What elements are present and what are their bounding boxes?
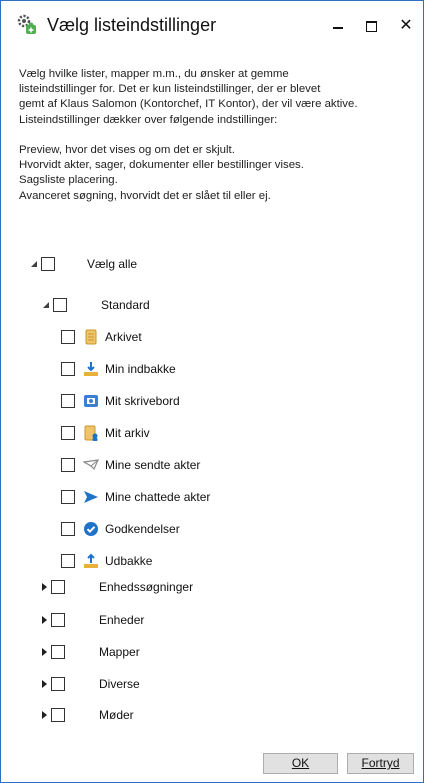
group-checkbox[interactable]: [51, 708, 65, 722]
chat-send-icon: [83, 489, 99, 505]
tree-node-select-all: Vælg alle: [29, 254, 137, 274]
cancel-button[interactable]: Fortryd: [347, 753, 414, 774]
close-icon: ✕: [399, 17, 413, 34]
standard-checkbox[interactable]: [53, 298, 67, 312]
description-item: Sagsliste placering.: [19, 174, 118, 187]
tree-label[interactable]: Arkivet: [105, 330, 142, 344]
tree-label[interactable]: Mine chattede akter: [105, 490, 210, 504]
maximize-button[interactable]: [360, 15, 382, 37]
tree-item-mine-sendte-akter: Mine sendte akter: [61, 455, 200, 475]
tree-label[interactable]: Standard: [101, 298, 150, 312]
select-all-checkbox[interactable]: [41, 257, 55, 271]
dialog-window: Vælg listeindstillinger ✕ Vælg hvilke li…: [0, 0, 424, 783]
tree-label[interactable]: Udbakke: [105, 554, 152, 568]
tree-item-min-indbakke: Min indbakke: [61, 359, 176, 379]
expand-arrow-icon[interactable]: [39, 679, 49, 689]
tree-label[interactable]: Vælg alle: [87, 257, 137, 271]
tree-node-standard: Standard: [41, 295, 150, 315]
tree-node-moeder: Møder: [39, 705, 134, 725]
tree-item-godkendelser: Godkendelser: [61, 519, 180, 539]
tree-label[interactable]: Min indbakke: [105, 362, 176, 376]
approval-icon: [83, 521, 99, 537]
tree-item-udbakke: Udbakke: [61, 551, 152, 571]
settings-user-icon: [16, 13, 38, 35]
dialog-title: Vælg listeindstillinger: [47, 15, 217, 35]
item-checkbox[interactable]: [61, 458, 75, 472]
tree-item-arkivet: Arkivet: [61, 327, 142, 347]
minimize-icon: [333, 27, 343, 29]
expand-arrow-icon[interactable]: [39, 615, 49, 625]
item-checkbox[interactable]: [61, 522, 75, 536]
tree-node-enheder: Enheder: [39, 610, 144, 630]
ok-button-label: OK: [291, 756, 310, 770]
cancel-button-label: Fortryd: [361, 756, 400, 770]
expand-arrow-icon[interactable]: [39, 582, 49, 592]
title-bar[interactable]: Vælg listeindstillinger ✕: [1, 1, 423, 51]
tree-item-mit-arkiv: Mit arkiv: [61, 423, 150, 443]
item-checkbox[interactable]: [61, 426, 75, 440]
my-archive-icon: [83, 425, 99, 441]
tree-label[interactable]: Godkendelser: [105, 522, 180, 536]
tree-label[interactable]: Mit skrivebord: [105, 394, 180, 408]
item-checkbox[interactable]: [61, 554, 75, 568]
tree-node-diverse: Diverse: [39, 674, 140, 694]
item-checkbox[interactable]: [61, 362, 75, 376]
description-item: Hvorvidt akter, sager, dokumenter eller …: [19, 159, 304, 172]
item-checkbox[interactable]: [61, 394, 75, 408]
description-item: Avanceret søgning, hvorvidt det er slået…: [19, 189, 271, 202]
expand-arrow-icon[interactable]: [39, 647, 49, 657]
description-line: listeindstillinger for. Det er kun liste…: [19, 83, 321, 96]
tree-item-mine-chattede-akter: Mine chattede akter: [61, 487, 210, 507]
tree-label[interactable]: Mapper: [99, 645, 140, 659]
group-checkbox[interactable]: [51, 613, 65, 627]
tree-label[interactable]: Diverse: [99, 677, 140, 691]
group-checkbox[interactable]: [51, 645, 65, 659]
inbox-icon: [83, 361, 99, 377]
tree-label[interactable]: Enhedssøgninger: [99, 580, 193, 594]
tree-node-enhedssoegninger: Enhedssøgninger: [39, 577, 193, 597]
tree-label[interactable]: Møder: [99, 708, 134, 722]
collapse-arrow-icon[interactable]: [41, 300, 51, 310]
description-line: Vælg hvilke lister, mapper m.m., du ønsk…: [19, 68, 289, 80]
desk-icon: [83, 393, 99, 409]
description-line: gemt af Klaus Salomon (Kontorchef, IT Ko…: [19, 98, 358, 111]
description-line: Listeindstillinger dækker over følgende …: [19, 113, 278, 126]
archive-icon: [83, 329, 99, 345]
outbox-icon: [83, 553, 99, 569]
tree-item-mit-skrivebord: Mit skrivebord: [61, 391, 180, 411]
tree-label[interactable]: Mit arkiv: [105, 426, 150, 440]
maximize-icon: [365, 21, 377, 32]
group-checkbox[interactable]: [51, 677, 65, 691]
description-text: Vælg hvilke lister, mapper m.m., du ønsk…: [19, 67, 414, 204]
tree-node-mapper: Mapper: [39, 642, 140, 662]
expand-arrow-icon[interactable]: [39, 710, 49, 720]
close-button[interactable]: ✕: [395, 15, 417, 37]
item-checkbox[interactable]: [61, 490, 75, 504]
tree-label[interactable]: Mine sendte akter: [105, 458, 200, 472]
minimize-button[interactable]: [327, 15, 349, 37]
tree-label[interactable]: Enheder: [99, 613, 144, 627]
sent-icon: [83, 457, 99, 473]
collapse-arrow-icon[interactable]: [29, 259, 39, 269]
group-checkbox[interactable]: [51, 580, 65, 594]
ok-button[interactable]: OK: [263, 753, 338, 774]
description-item: Preview, hvor det vises og om det er skj…: [19, 144, 235, 156]
item-checkbox[interactable]: [61, 330, 75, 344]
